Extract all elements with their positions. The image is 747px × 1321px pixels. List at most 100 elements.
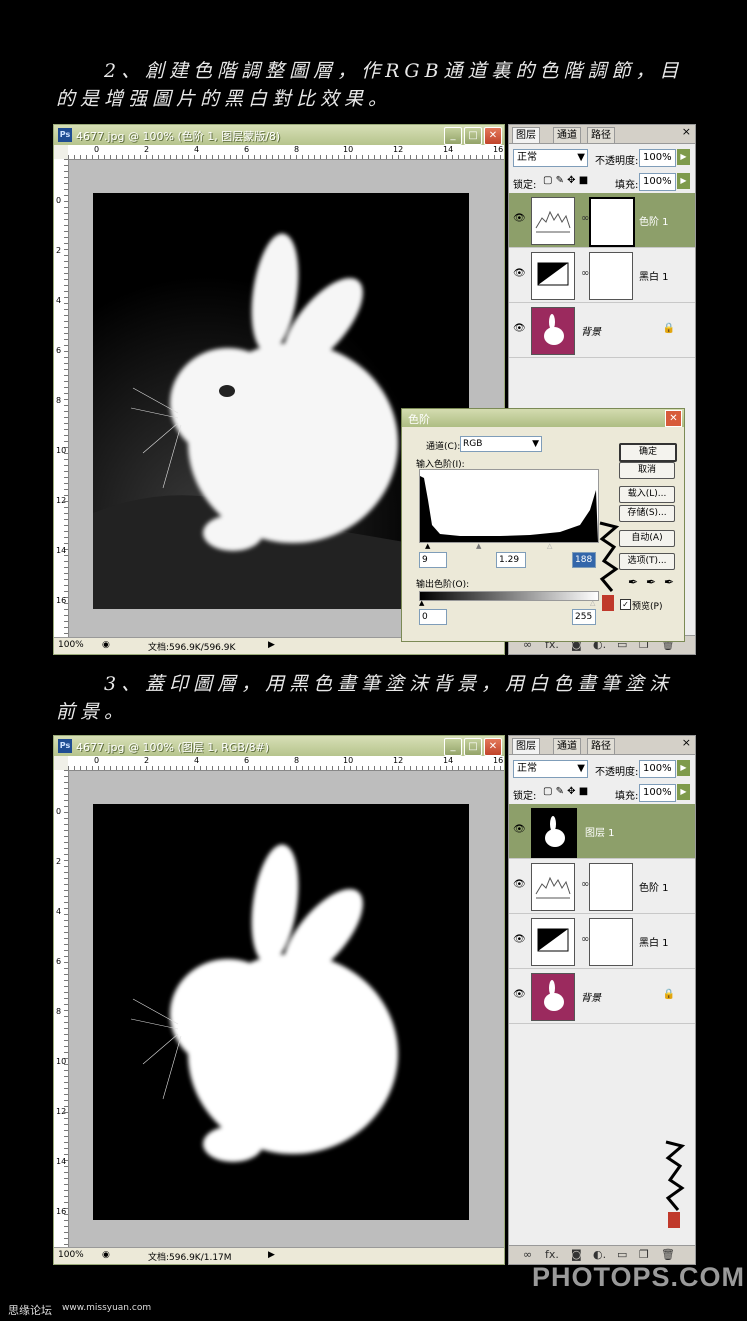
maximize-button[interactable]: □: [464, 127, 482, 145]
eye-icon[interactable]: 👁: [513, 213, 526, 225]
options-button[interactable]: 选项(T)...: [619, 553, 675, 570]
eyedropper-black-icon[interactable]: ✒: [628, 575, 638, 589]
rabbit-mask-photo[interactable]: [93, 804, 469, 1220]
output-white-handle[interactable]: △: [590, 599, 595, 607]
layer-mask-thumb[interactable]: [589, 197, 635, 247]
layer-mask-thumb[interactable]: [589, 863, 633, 911]
levels-dialog[interactable]: 色阶 ✕ 通道(C): RGB ▼ 输入色阶(I): ▲ ▲ △ 9 1.29 1…: [401, 408, 685, 642]
save-button[interactable]: 存储(S)...: [619, 505, 675, 522]
vertical-ruler[interactable]: 0 2 4 6 8 10 12 14 16: [54, 770, 69, 1248]
fx-icon[interactable]: fx.: [545, 1248, 559, 1261]
eye-icon[interactable]: 👁: [513, 989, 526, 1001]
output-black-handle[interactable]: ▲: [419, 599, 424, 607]
canvas-area[interactable]: [69, 771, 504, 1248]
layer-stamped[interactable]: 👁 图层 1: [509, 804, 695, 859]
layer-mask-thumb[interactable]: [589, 918, 633, 966]
horizontal-ruler[interactable]: 0 2 4 6 8 10 12 14 16: [68, 756, 504, 771]
input-slider-track[interactable]: ▲ ▲ △: [419, 542, 597, 550]
eye-icon[interactable]: 👁: [513, 879, 526, 891]
lock-icons[interactable]: ▢ ✎ ✥ ■: [543, 786, 588, 797]
input-black-field[interactable]: 9: [419, 552, 447, 568]
layer-mask-thumb[interactable]: [589, 252, 633, 300]
preview-checkbox[interactable]: ✓: [620, 599, 631, 610]
fill-arrow-icon[interactable]: ▶: [677, 173, 690, 189]
minimize-button[interactable]: _: [444, 127, 462, 145]
input-white-field[interactable]: 188: [572, 552, 596, 568]
blend-mode-select[interactable]: 正常 ▼: [513, 760, 588, 778]
dialog-titlebar[interactable]: 色阶 ✕: [402, 409, 684, 427]
eyedropper-white-icon[interactable]: ✒: [664, 575, 674, 589]
layer-name[interactable]: 黑白 1: [639, 268, 669, 283]
layers-panel-2[interactable]: 图层 通道 路径 × 正常 ▼ 不透明度: 100% ▶ 锁定: ▢ ✎ ✥ ■ …: [508, 735, 696, 1265]
new-layer-icon[interactable]: ❐: [639, 1248, 649, 1261]
close-button[interactable]: ✕: [484, 127, 502, 145]
layer-name[interactable]: 背景: [581, 323, 601, 338]
zoom-level[interactable]: 100%: [58, 640, 84, 650]
status-arrow-icon[interactable]: ▶: [268, 640, 275, 650]
load-button[interactable]: 载入(L)...: [619, 486, 675, 503]
fill-field[interactable]: 100%: [639, 784, 676, 802]
opacity-field[interactable]: 100%: [639, 760, 676, 778]
black-point-handle[interactable]: ▲: [425, 542, 430, 550]
fill-arrow-icon[interactable]: ▶: [677, 784, 690, 800]
status-icon[interactable]: ◉: [102, 640, 110, 650]
layer-background[interactable]: 👁 背景 🔒: [509, 303, 695, 358]
maximize-button[interactable]: □: [464, 738, 482, 756]
window-titlebar[interactable]: Ps 4677.jpg @ 100% (图层 1, RGB/8#) _ □ ✕: [54, 736, 504, 756]
opacity-arrow-icon[interactable]: ▶: [677, 149, 690, 165]
layer-levels[interactable]: 👁 ∞ 色阶 1: [509, 859, 695, 914]
layer-background[interactable]: 👁 背景 🔒: [509, 969, 695, 1024]
input-gamma-field[interactable]: 1.29: [496, 552, 526, 568]
tab-layers[interactable]: 图层: [512, 738, 540, 754]
layer-black-white[interactable]: 👁 ∞ 黑白 1: [509, 914, 695, 969]
dialog-close-button[interactable]: ✕: [665, 410, 682, 427]
document-window-2[interactable]: Ps 4677.jpg @ 100% (图层 1, RGB/8#) _ □ ✕ …: [53, 735, 505, 1265]
eye-icon[interactable]: 👁: [513, 824, 526, 836]
blend-mode-select[interactable]: 正常 ▼: [513, 149, 588, 167]
opacity-field[interactable]: 100%: [639, 149, 676, 167]
status-icon[interactable]: ◉: [102, 1250, 110, 1260]
eye-icon[interactable]: 👁: [513, 323, 526, 335]
tab-channels[interactable]: 通道: [553, 738, 581, 754]
output-black-field[interactable]: 0: [419, 609, 447, 625]
window-titlebar[interactable]: Ps 4677.jpg @ 100% (色阶 1, 图层蒙版/8) _ □ ✕: [54, 125, 504, 145]
trash-icon[interactable]: 🗑: [661, 1248, 675, 1261]
channel-select[interactable]: RGB ▼: [460, 436, 542, 452]
lock-icons[interactable]: ▢ ✎ ✥ ■: [543, 175, 588, 186]
add-mask-icon[interactable]: ◙: [571, 1248, 582, 1261]
link-layers-icon[interactable]: ∞: [523, 1248, 532, 1261]
lock-label: 锁定:: [513, 180, 537, 191]
eyedropper-gray-icon[interactable]: ✒: [646, 575, 656, 589]
status-arrow-icon[interactable]: ▶: [268, 1250, 275, 1260]
minimize-button[interactable]: _: [444, 738, 462, 756]
eye-icon[interactable]: 👁: [513, 268, 526, 280]
opacity-arrow-icon[interactable]: ▶: [677, 760, 690, 776]
layer-name[interactable]: 色阶 1: [639, 879, 669, 894]
zoom-level[interactable]: 100%: [58, 1250, 84, 1260]
group-icon[interactable]: ▭: [617, 1248, 627, 1261]
fill-field[interactable]: 100%: [639, 173, 676, 191]
auto-button[interactable]: 自动(A): [619, 530, 675, 547]
gamma-handle[interactable]: ▲: [476, 542, 481, 550]
layer-black-white[interactable]: 👁 ∞ 黑白 1: [509, 248, 695, 303]
vertical-ruler[interactable]: 0 2 4 6 8 10 12 14 16: [54, 159, 69, 638]
layer-name[interactable]: 黑白 1: [639, 934, 669, 949]
layer-name[interactable]: 色阶 1: [639, 213, 669, 228]
white-point-handle[interactable]: △: [547, 542, 552, 550]
eye-icon[interactable]: 👁: [513, 934, 526, 946]
layer-name[interactable]: 图层 1: [585, 824, 615, 839]
tab-paths[interactable]: 路径: [587, 127, 615, 143]
layer-name[interactable]: 背景: [581, 989, 601, 1004]
tab-layers[interactable]: 图层: [512, 127, 540, 143]
cancel-button[interactable]: 取消: [619, 462, 675, 479]
layer-levels[interactable]: 👁 ∞ 色阶 1: [509, 193, 695, 248]
tab-channels[interactable]: 通道: [553, 127, 581, 143]
horizontal-ruler[interactable]: 0 2 4 6 8 10 12 14 16: [68, 145, 504, 160]
panel-close-icon[interactable]: ×: [682, 736, 691, 749]
tab-paths[interactable]: 路径: [587, 738, 615, 754]
panel-close-icon[interactable]: ×: [682, 125, 691, 138]
close-button[interactable]: ✕: [484, 738, 502, 756]
ok-button[interactable]: 确定: [619, 443, 677, 462]
output-white-field[interactable]: 255: [572, 609, 596, 625]
adjustment-icon[interactable]: ◐.: [593, 1248, 606, 1261]
